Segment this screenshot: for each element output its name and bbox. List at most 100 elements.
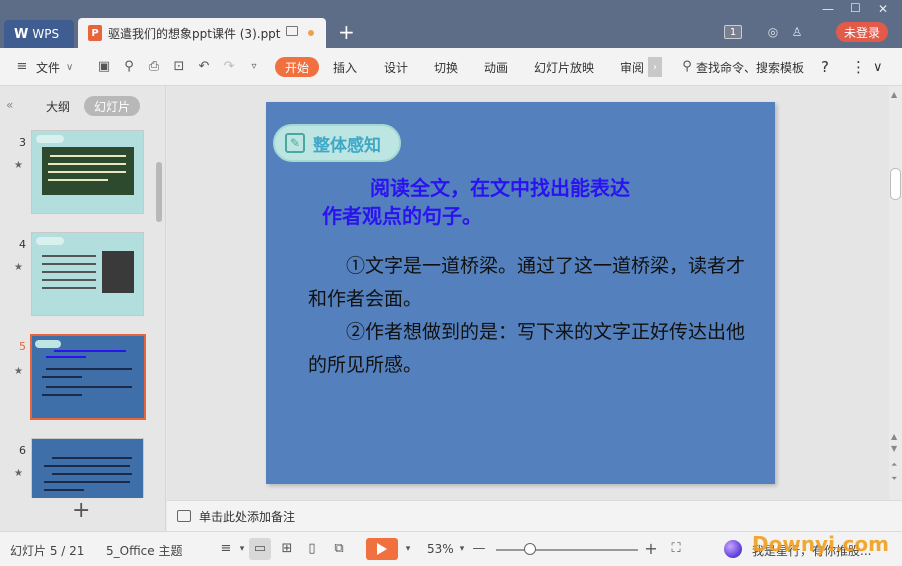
alignment-icon[interactable]: ≡ xyxy=(218,541,234,557)
thumbnail-list: 3 ★ 4 ★ 5 ★ 6 ★ xyxy=(0,122,150,498)
zoom-out-icon[interactable]: — xyxy=(471,541,487,557)
canvas-scroll-thumb[interactable] xyxy=(890,168,901,200)
tab-review[interactable]: 审阅 xyxy=(620,48,644,86)
print-preview-icon[interactable]: ⊡ xyxy=(171,59,187,75)
zoom-slider-knob[interactable] xyxy=(524,543,536,555)
hamburger-menu-icon[interactable]: ≡ xyxy=(14,59,30,75)
fit-window-icon[interactable]: ⛶ xyxy=(668,541,684,557)
file-menu[interactable]: 文件 ∨ xyxy=(36,48,73,86)
slide-heading-line1: 阅读全文，在文中找出能表达 xyxy=(370,176,630,200)
ribbon-toolbar: ≡ 文件 ∨ ▣ ⚲ ⎙ ⊡ ↶ ↷ ▿ 开始 插入 设计 切换 动画 幻灯片放… xyxy=(0,48,902,86)
slide-body[interactable]: ①文字是一道桥梁。通过了这一道桥梁，读者才和作者会面。 ②作者想做到的是：写下来… xyxy=(308,250,748,382)
shirt-icon[interactable]: ♙ xyxy=(790,25,804,39)
tab-outline[interactable]: 大纲 xyxy=(46,98,70,115)
presenter-view-icon[interactable]: ⧉ xyxy=(331,541,347,557)
animation-star-icon: ★ xyxy=(14,468,23,479)
search-icon: ⚲ xyxy=(682,59,692,74)
wps-logo-icon: W xyxy=(14,26,29,42)
format-painter-icon[interactable]: ⚲ xyxy=(121,59,137,75)
undo-icon[interactable]: ↶ xyxy=(196,59,212,75)
quick-access-dropdown-icon[interactable]: ▿ xyxy=(246,59,262,75)
slide-thumbnail-3[interactable] xyxy=(31,130,144,214)
document-tab-label: 驱遣我们的想象ppt课件 (3).ppt xyxy=(108,26,281,41)
zoom-in-icon[interactable]: + xyxy=(643,541,659,557)
watermark-logo: Downyi.com xyxy=(752,532,889,556)
slide-thumbnail-5[interactable] xyxy=(30,334,146,420)
next-slide-icon[interactable]: ⏷ xyxy=(891,474,897,484)
more-options-icon[interactable]: ⋮ xyxy=(851,48,866,86)
slide-counter: 幻灯片 5 / 21 xyxy=(10,544,85,558)
animation-star-icon: ★ xyxy=(14,160,23,171)
save-icon[interactable]: ▣ xyxy=(96,59,112,75)
maximize-icon[interactable]: ☐ xyxy=(850,1,861,15)
tab-slideshow[interactable]: 幻灯片放映 xyxy=(534,48,594,86)
section-badge-text: 整体感知 xyxy=(313,135,381,156)
notes-bar[interactable]: 单击此处添加备注 xyxy=(167,500,902,531)
tab-slides[interactable]: 幻灯片 xyxy=(84,96,140,116)
normal-view-icon: ▭ xyxy=(253,541,267,556)
more-tabs-arrow-icon[interactable]: › xyxy=(648,57,662,77)
wps-tab-label: WPS xyxy=(32,27,60,41)
add-slide-button[interactable]: + xyxy=(72,500,90,522)
slide-canvas: ✎ 整体感知 阅读全文，在文中找出能表达 作者观点的句子。 ①文字是一道桥梁。通… xyxy=(167,86,889,500)
animation-star-icon: ★ xyxy=(14,262,23,273)
prev-slide-icon[interactable]: ⏶ xyxy=(891,460,897,470)
play-slideshow-button[interactable] xyxy=(366,538,398,560)
chevron-down-icon[interactable]: ▾ xyxy=(400,541,416,557)
tab-animation[interactable]: 动画 xyxy=(484,48,508,86)
thumbnail-scrollbar[interactable] xyxy=(154,122,164,498)
ppt-file-icon: P xyxy=(88,25,102,41)
reading-view-icon[interactable]: ▯ xyxy=(304,541,320,557)
slide-panel: « 大纲 幻灯片 3 ★ 4 ★ 5 ★ 6 ★ + xyxy=(0,86,166,531)
thumbnail-number: 4 xyxy=(19,238,26,251)
minimize-icon[interactable]: — xyxy=(822,2,834,16)
chevron-down-icon[interactable]: ▾ xyxy=(234,541,250,557)
slide-thumbnail-4[interactable] xyxy=(31,232,144,316)
slide-sorter-icon[interactable]: ⊞ xyxy=(279,541,295,557)
play-icon xyxy=(377,543,387,555)
chevron-down-icon: ∨ xyxy=(66,61,74,73)
monitor-icon[interactable] xyxy=(286,26,298,36)
redo-icon[interactable]: ↷ xyxy=(221,59,237,75)
tab-document[interactable]: P 驱遣我们的想象ppt课件 (3).ppt xyxy=(78,18,326,48)
ai-assistant-icon[interactable] xyxy=(724,540,742,558)
tab-insert[interactable]: 插入 xyxy=(333,48,357,86)
thumbnail-scroll-thumb[interactable] xyxy=(156,162,162,222)
collapse-panel-icon[interactable]: « xyxy=(6,98,13,112)
theme-name[interactable]: 5_Office 主题 xyxy=(106,542,182,559)
unsaved-dot-icon xyxy=(308,30,314,36)
close-icon[interactable]: ✕ xyxy=(878,2,888,16)
edit-pen-icon: ✎ xyxy=(285,133,305,153)
thumbnail-number: 5 xyxy=(19,340,26,353)
notes-placeholder: 单击此处添加备注 xyxy=(199,509,296,524)
slide-thumbnail-6[interactable] xyxy=(31,438,144,498)
scroll-up-arrow-icon[interactable]: ▲ xyxy=(891,90,897,99)
collapse-ribbon-icon[interactable]: ∨ xyxy=(873,48,883,86)
zoom-slider-track[interactable] xyxy=(496,549,638,551)
tab-start[interactable]: 开始 xyxy=(275,57,319,77)
window-count-badge[interactable]: 1 xyxy=(724,25,742,39)
tab-design[interactable]: 设计 xyxy=(384,48,408,86)
slide-panel-header: « 大纲 幻灯片 xyxy=(0,86,166,122)
zoom-level[interactable]: 53% xyxy=(427,542,454,556)
help-icon[interactable]: ? xyxy=(821,48,829,86)
section-badge: ✎ 整体感知 xyxy=(273,124,401,162)
chevron-down-icon[interactable]: ▾ xyxy=(454,541,470,557)
slide-paragraph-1: ①文字是一道桥梁。通过了这一道桥梁，读者才和作者会面。 xyxy=(308,255,746,310)
login-button[interactable]: 未登录 xyxy=(836,22,888,42)
current-slide[interactable]: ✎ 整体感知 阅读全文，在文中找出能表达 作者观点的句子。 ①文字是一道桥梁。通… xyxy=(266,102,775,484)
tab-wps-home[interactable]: W WPS xyxy=(4,20,74,48)
status-bar: 幻灯片 5 / 21 5_Office 主题 ≡ ▾ ▭ ⊞ ▯ ⧉ ▾ 53%… xyxy=(0,531,902,566)
file-menu-label: 文件 xyxy=(36,60,61,75)
scroll-down-arrow-icon[interactable]: ▼ xyxy=(891,444,897,453)
print-icon[interactable]: ⎙ xyxy=(146,59,162,75)
canvas-scrollbar[interactable]: ▲ ▲ ▼ ⏶ ⏷ xyxy=(889,86,902,500)
scroll-up-arrow-icon[interactable]: ▲ xyxy=(891,432,897,441)
new-tab-button[interactable]: + xyxy=(338,22,355,42)
title-bar: W WPS P 驱遣我们的想象ppt课件 (3).ppt + 1 ◎ ♙ 未登录… xyxy=(0,0,902,48)
skin-icon[interactable]: ◎ xyxy=(766,25,780,39)
tab-transition[interactable]: 切换 xyxy=(434,48,458,86)
slide-heading[interactable]: 阅读全文，在文中找出能表达 作者观点的句子。 xyxy=(322,174,762,230)
search-commands[interactable]: 查找命令、搜索模板 xyxy=(696,48,804,86)
notes-icon xyxy=(177,510,191,522)
